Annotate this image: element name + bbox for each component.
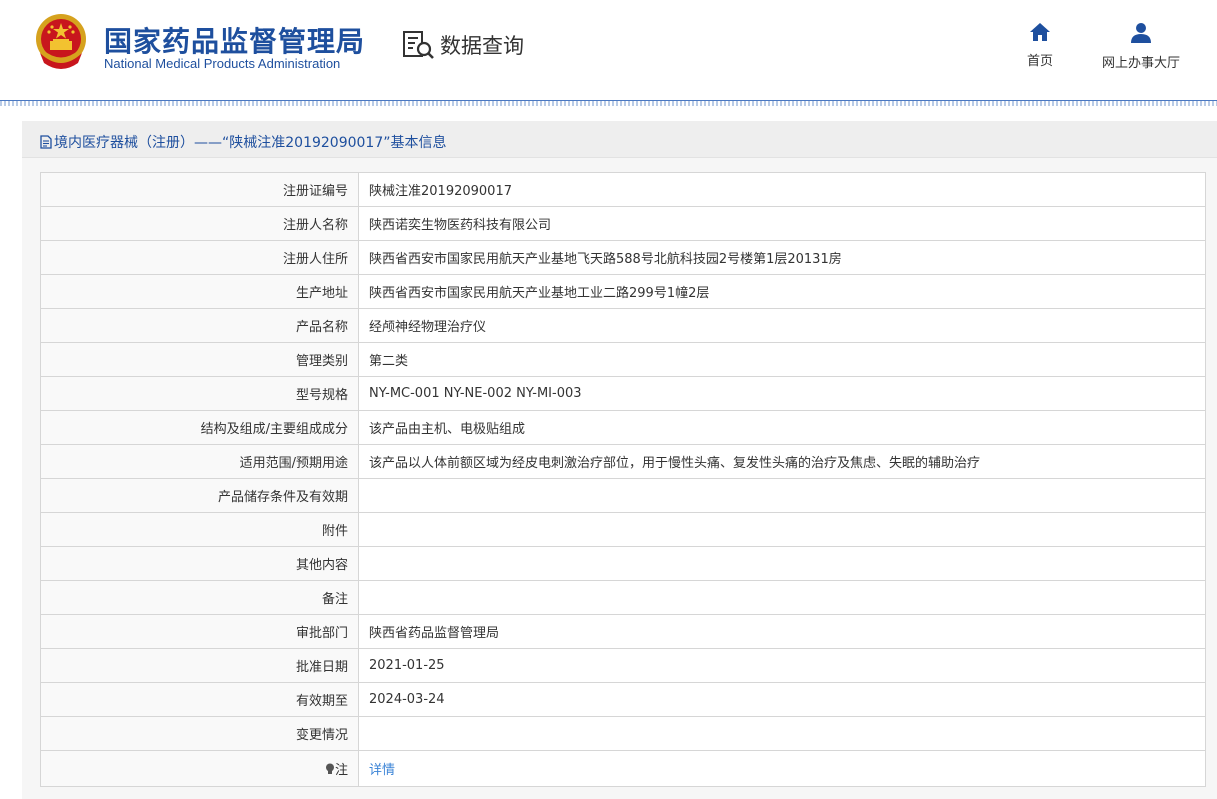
row-label: 审批部门 <box>40 614 359 649</box>
row-label: 产品储存条件及有效期 <box>40 478 359 513</box>
table-row: 有效期至 2024-03-24 <box>40 682 1206 717</box>
row-value: 陕械注准20192090017 <box>358 172 1206 207</box>
row-label: 批准日期 <box>40 648 359 683</box>
row-value: 陕西省西安市国家民用航天产业基地飞天路588号北航科技园2号楼第1层20131房 <box>358 240 1206 275</box>
table-row: 变更情况 <box>40 716 1206 751</box>
table-row: 型号规格 NY-MC-001 NY-NE-002 NY-MI-003 <box>40 376 1206 411</box>
row-value: NY-MC-001 NY-NE-002 NY-MI-003 <box>358 376 1206 411</box>
nav-home-label: 首页 <box>1026 54 1053 69</box>
row-label: 型号规格 <box>40 376 359 411</box>
table-row: 审批部门 陕西省药品监督管理局 <box>40 614 1206 649</box>
row-label: 备注 <box>40 580 359 615</box>
row-value: 陕西省西安市国家民用航天产业基地工业二路299号1幢2层 <box>358 274 1206 309</box>
table-row: 注册证编号 陕械注准20192090017 <box>40 172 1206 207</box>
table-row: 产品储存条件及有效期 <box>40 478 1206 513</box>
table-row: 附件 <box>40 512 1206 547</box>
brand-name-cn: 国家药品监督管理局 <box>104 25 366 58</box>
table-row: 产品名称 经颅神经物理治疗仪 <box>40 308 1206 343</box>
home-icon <box>1030 23 1050 41</box>
row-value <box>358 512 1206 547</box>
row-value: 2021-01-25 <box>358 648 1206 683</box>
table-row: 管理类别 第二类 <box>40 342 1206 377</box>
row-value: 第二类 <box>358 342 1206 377</box>
table-row: 批准日期 2021-01-25 <box>40 648 1206 683</box>
table-row: 注册人住所 陕西省西安市国家民用航天产业基地飞天路588号北航科技园2号楼第1层2… <box>40 240 1206 275</box>
row-label: 注册人名称 <box>40 206 359 241</box>
data-query-title: 数据查询 <box>402 30 524 60</box>
header-divider <box>0 100 1217 106</box>
nav-online-service-hall[interactable]: 网上办事大厅 <box>1093 22 1189 71</box>
panel-title-text: 境内医疗器械（注册）——“陕械注准20192090017”基本信息 <box>54 135 447 151</box>
row-label: 生产地址 <box>40 274 359 309</box>
row-label: 结构及组成/主要组成成分 <box>40 410 359 445</box>
row-label: 适用范围/预期用途 <box>40 444 359 479</box>
registration-info-table: 注册证编号 陕械注准20192090017 注册人名称 陕西诺奕生物医药科技有限公司… <box>40 172 1206 787</box>
national-emblem-icon <box>36 14 86 69</box>
document-icon <box>40 135 52 149</box>
table-row: 结构及组成/主要组成成分 该产品由主机、电极贴组成 <box>40 410 1206 445</box>
row-value <box>358 546 1206 581</box>
user-icon <box>1131 23 1151 43</box>
brand-name-en: National Medical Products Administration <box>104 56 341 71</box>
document-search-icon <box>403 31 434 59</box>
row-value <box>358 580 1206 615</box>
row-value: 该产品由主机、电极贴组成 <box>358 410 1206 445</box>
note-label: 注 <box>334 763 348 778</box>
note-label-cell: 注 <box>40 750 359 787</box>
row-value: 陕西诺奕生物医药科技有限公司 <box>358 206 1206 241</box>
table-row: 其他内容 <box>40 546 1206 581</box>
note-value-cell: 详情 <box>358 750 1206 787</box>
row-label: 注册证编号 <box>40 172 359 207</box>
row-label: 产品名称 <box>40 308 359 343</box>
details-link[interactable]: 详情 <box>369 763 395 778</box>
row-value <box>358 716 1206 751</box>
table-row: 注册人名称 陕西诺奕生物医药科技有限公司 <box>40 206 1206 241</box>
nav-hall-label: 网上办事大厅 <box>1101 56 1180 71</box>
row-value <box>358 478 1206 513</box>
note-row: 注 详情 <box>40 750 1206 787</box>
nav-home[interactable]: 首页 <box>1020 22 1060 69</box>
row-value: 2024-03-24 <box>358 682 1206 717</box>
panel-title: 境内医疗器械（注册）——“陕械注准20192090017”基本信息 <box>40 132 446 152</box>
row-label: 其他内容 <box>40 546 359 581</box>
panel-title-bar: 境内医疗器械（注册）——“陕械注准20192090017”基本信息 <box>22 121 1217 158</box>
table-row: 生产地址 陕西省西安市国家民用航天产业基地工业二路299号1幢2层 <box>40 274 1206 309</box>
row-label: 变更情况 <box>40 716 359 751</box>
data-query-label: 数据查询 <box>440 34 524 58</box>
site-header: 国家药品监督管理局 National Medical Products Admi… <box>0 0 1217 100</box>
row-value: 经颅神经物理治疗仪 <box>358 308 1206 343</box>
row-label: 有效期至 <box>40 682 359 717</box>
row-label: 管理类别 <box>40 342 359 377</box>
row-label: 附件 <box>40 512 359 547</box>
row-label: 注册人住所 <box>40 240 359 275</box>
row-value: 陕西省药品监督管理局 <box>358 614 1206 649</box>
row-value: 该产品以人体前额区域为经皮电刺激治疗部位，用于慢性头痛、复发性头痛的治疗及焦虑、… <box>358 444 1206 479</box>
table-row: 备注 <box>40 580 1206 615</box>
table-row: 适用范围/预期用途 该产品以人体前额区域为经皮电刺激治疗部位，用于慢性头痛、复发性… <box>40 444 1206 479</box>
lightbulb-icon <box>325 763 334 774</box>
